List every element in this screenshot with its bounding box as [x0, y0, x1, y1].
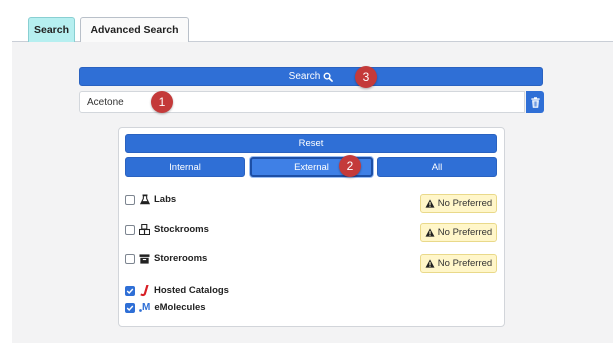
- emolecules-label: eMolecules: [154, 302, 206, 313]
- clear-button[interactable]: [526, 91, 544, 113]
- tab-search[interactable]: Search: [28, 17, 75, 42]
- search-icon: [323, 72, 334, 82]
- labs-label: Labs: [154, 194, 177, 205]
- emolecules-logo-letter: M: [142, 302, 151, 313]
- archive-icon: [139, 253, 150, 264]
- option-storerooms: Storerooms: [125, 253, 207, 264]
- emolecules-logo-icon: M: [139, 302, 150, 313]
- boxes-icon: [139, 224, 150, 235]
- labs-badge-text: No Preferred: [437, 198, 493, 209]
- storerooms-badge-text: No Preferred: [437, 258, 493, 269]
- reset-button[interactable]: Reset: [125, 134, 497, 153]
- hosted-catalogs-logo-icon: [139, 285, 150, 297]
- labs-checkbox[interactable]: [125, 194, 135, 205]
- stockrooms-checkbox[interactable]: [125, 224, 135, 235]
- option-emolecules: M eMolecules: [125, 302, 206, 313]
- option-stockrooms: Stockrooms: [125, 224, 209, 235]
- search-button[interactable]: Search: [79, 67, 543, 86]
- option-labs: Labs: [125, 194, 176, 205]
- step-marker-1: 1: [151, 91, 173, 113]
- stockrooms-label: Stockrooms: [154, 224, 209, 235]
- step-marker-2: 2: [339, 155, 361, 177]
- flask-icon: [139, 194, 150, 205]
- storerooms-label: Storerooms: [154, 253, 208, 264]
- trash-icon: [530, 96, 540, 108]
- storerooms-checkbox[interactable]: [125, 253, 135, 264]
- warning-icon: [425, 228, 435, 237]
- warning-icon: [425, 259, 435, 268]
- tab-bar: Search Advanced Search: [12, 0, 613, 42]
- segment-internal[interactable]: Internal: [125, 157, 245, 177]
- hosted-catalogs-label: Hosted Catalogs: [154, 285, 229, 296]
- segment-all[interactable]: All: [377, 157, 497, 177]
- stockrooms-no-preferred-badge: No Preferred: [420, 223, 497, 242]
- hosted-catalogs-checkbox[interactable]: [125, 285, 135, 296]
- warning-icon: [425, 199, 435, 208]
- step-marker-3: 3: [355, 66, 377, 88]
- tab-advanced-search[interactable]: Advanced Search: [80, 17, 189, 42]
- search-input[interactable]: [79, 91, 525, 113]
- option-hosted-catalogs: Hosted Catalogs: [125, 285, 229, 297]
- stockrooms-badge-text: No Preferred: [437, 227, 493, 238]
- storerooms-no-preferred-badge: No Preferred: [420, 254, 497, 273]
- emolecules-checkbox[interactable]: [125, 302, 135, 313]
- labs-no-preferred-badge: No Preferred: [420, 194, 497, 213]
- search-button-label: Search: [288, 71, 321, 82]
